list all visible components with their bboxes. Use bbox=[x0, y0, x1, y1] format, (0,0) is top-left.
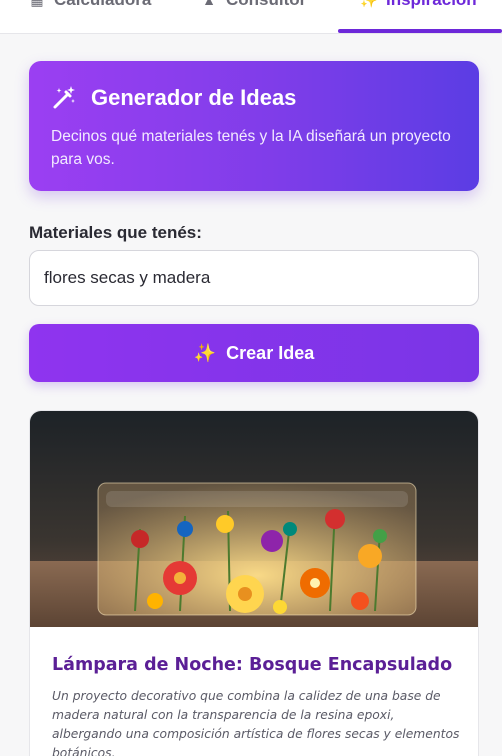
banner-title: Generador de Ideas bbox=[51, 85, 296, 111]
tab-calculadora[interactable]: ▦ Calculadora bbox=[28, 0, 151, 10]
banner-description: Decinos qué materiales tenés y la IA dis… bbox=[51, 128, 451, 168]
idea-title: Lámpara de Noche: Bosque Encapsulado bbox=[52, 655, 453, 675]
idea-generator-banner: Generador de Ideas Decinos qué materiale… bbox=[29, 61, 479, 191]
idea-card: Lámpara de Noche: Bosque Encapsulado Un … bbox=[29, 410, 479, 756]
tab-bar: ▦ Calculadora ▲ Consultor ✨ Inspiración bbox=[0, 0, 502, 34]
project-image bbox=[30, 411, 478, 627]
create-idea-label: Crear Idea bbox=[226, 342, 315, 363]
magic-wand-icon bbox=[53, 86, 75, 109]
create-idea-button[interactable]: ✨ Crear Idea bbox=[29, 324, 479, 382]
tab-label: Calculadora bbox=[54, 0, 151, 10]
flask-icon: ▲ bbox=[202, 0, 216, 8]
calculator-icon: ▦ bbox=[30, 0, 44, 8]
tab-inspiracion[interactable]: ✨ Inspiración bbox=[360, 0, 477, 10]
tab-consultor[interactable]: ▲ Consultor bbox=[200, 0, 306, 10]
idea-description: Un proyecto decorativo que combina la ca… bbox=[52, 689, 460, 756]
active-tab-indicator bbox=[338, 29, 502, 33]
sparkles-icon: ✨ bbox=[360, 0, 378, 8]
materials-label: Materiales que tenés: bbox=[29, 223, 202, 242]
tab-label: Consultor bbox=[226, 0, 306, 10]
tab-label: Inspiración bbox=[386, 0, 477, 10]
sparkles-icon: ✨ bbox=[193, 342, 217, 363]
banner-title-text: Generador de Ideas bbox=[91, 85, 297, 110]
materials-input[interactable] bbox=[29, 250, 479, 306]
